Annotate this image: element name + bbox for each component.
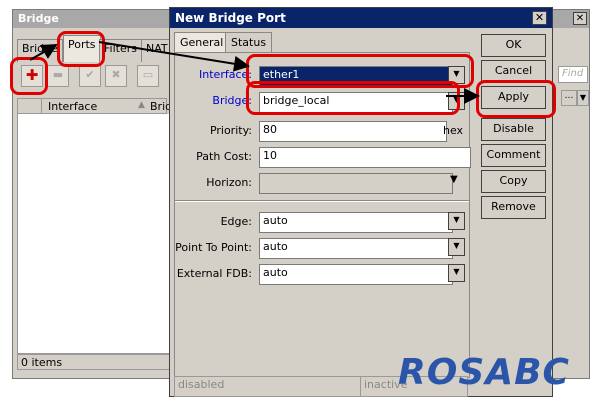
annotation-arrows — [29, 41, 480, 104]
arrow-add-to-ports — [29, 44, 58, 61]
rosabc-watermark: ROSABC — [398, 352, 570, 393]
arrow-ports-to-interface — [98, 41, 250, 72]
